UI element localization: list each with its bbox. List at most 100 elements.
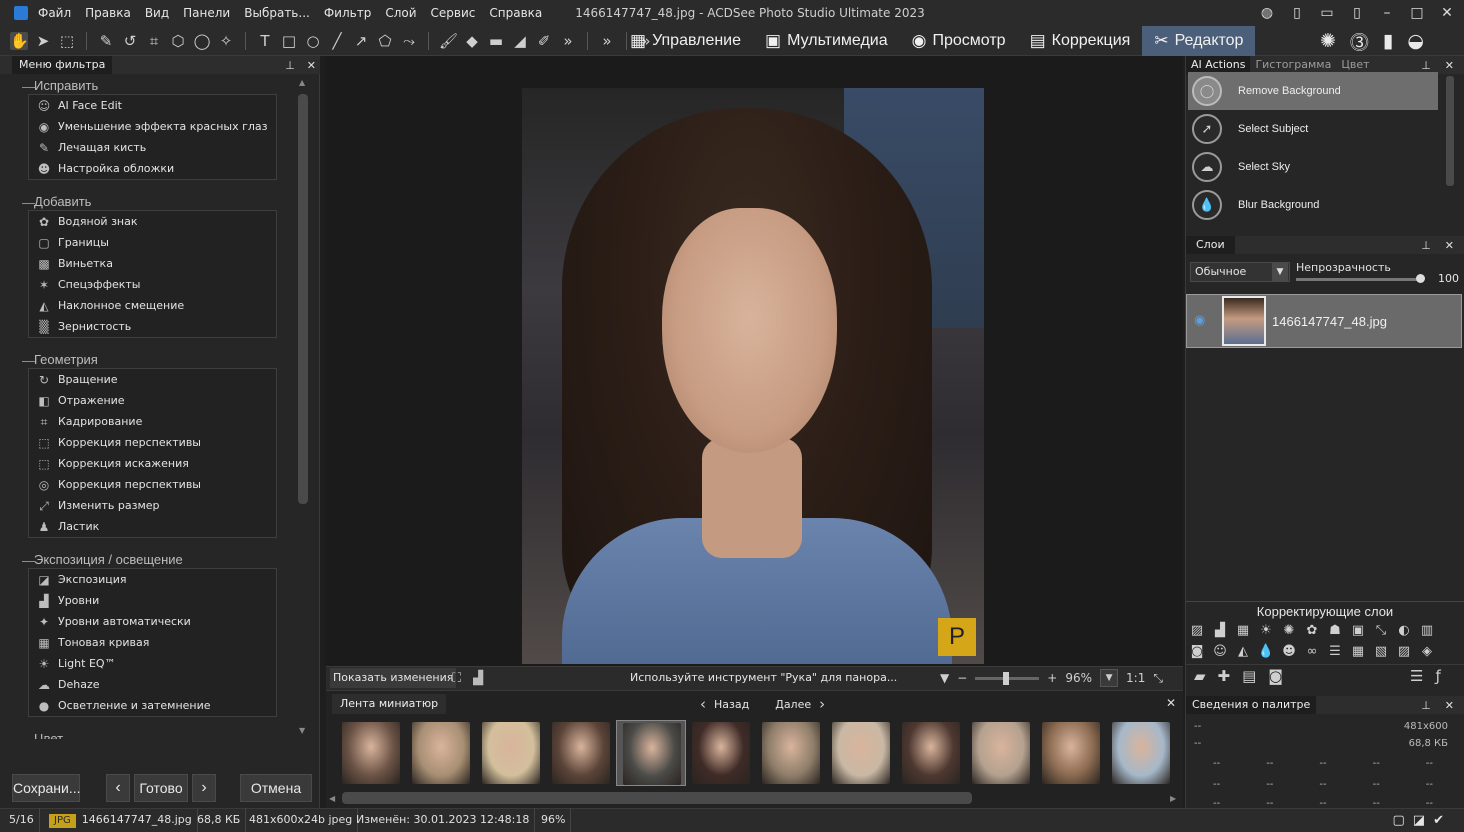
cancel-button[interactable]: Отмена bbox=[240, 774, 312, 802]
pin-icon[interactable]: ⊥ bbox=[1421, 239, 1431, 252]
view-square-icon[interactable]: ▢ bbox=[1393, 813, 1405, 828]
scroll-down-icon[interactable]: ▼ bbox=[299, 726, 305, 735]
more-tools-2-icon[interactable]: » bbox=[598, 32, 616, 50]
zoom-slider[interactable] bbox=[975, 671, 1040, 685]
thumbnail[interactable] bbox=[966, 720, 1036, 786]
filter-item[interactable]: ♟ Ластик bbox=[29, 516, 276, 537]
ai-action-item[interactable]: ◯ Remove Background bbox=[1188, 72, 1438, 110]
filter-item[interactable]: ◎ Коррекция перспективы bbox=[29, 474, 276, 495]
filter-item[interactable]: ⬚ Коррекция искажения bbox=[29, 453, 276, 474]
zoom-out-icon[interactable]: − bbox=[957, 671, 967, 685]
close-icon[interactable]: ✕ bbox=[1166, 696, 1176, 710]
adjustment-layer-icon[interactable]: ▨ bbox=[1395, 643, 1413, 661]
filmstrip-scroll-thumb[interactable] bbox=[342, 792, 972, 804]
next-link[interactable]: Далее bbox=[775, 698, 811, 711]
adjustment-layer-icon[interactable]: ☀ bbox=[1257, 622, 1275, 640]
adjustment-layer-icon[interactable]: ▦ bbox=[1349, 643, 1367, 661]
filter-item[interactable]: ☁ Dehaze bbox=[29, 674, 276, 695]
minimize-icon[interactable]: – bbox=[1380, 5, 1394, 21]
stats-icon[interactable]: ▮ bbox=[1383, 30, 1393, 52]
feedback-icon[interactable]: ◒ bbox=[1407, 30, 1424, 52]
adjustment-layer-icon[interactable]: ☰ bbox=[1326, 643, 1344, 661]
adjustment-layer-icon[interactable]: ✺ bbox=[1280, 622, 1298, 640]
polygon-select-icon[interactable]: ⬡ bbox=[169, 32, 187, 50]
save-button[interactable]: Сохрани... bbox=[12, 774, 81, 802]
done-button[interactable]: Готово bbox=[134, 774, 188, 802]
pin-icon[interactable]: ⊥ bbox=[1421, 699, 1431, 712]
filter-category-header[interactable]: —Цвет bbox=[34, 731, 63, 739]
duplicate-layer-icon[interactable]: ▤ bbox=[1242, 667, 1256, 685]
hand-tool-icon[interactable]: ✋ bbox=[10, 32, 29, 50]
filter-item[interactable]: ✿ Водяной знак bbox=[29, 211, 276, 232]
filter-item[interactable]: ⌗ Кадрирование bbox=[29, 411, 276, 432]
filter-item[interactable]: ✶ Спецэффекты bbox=[29, 274, 276, 295]
ai-action-item[interactable]: ➚ Select Subject bbox=[1188, 110, 1438, 148]
pin-icon[interactable]: ⊥ bbox=[1421, 59, 1431, 72]
adjustment-layer-icon[interactable]: ◭ bbox=[1234, 643, 1252, 661]
thumbnail[interactable] bbox=[546, 720, 616, 786]
next-arrow-icon[interactable]: › bbox=[819, 695, 825, 713]
thumbnail[interactable] bbox=[1106, 720, 1176, 786]
menu-item[interactable]: Файл bbox=[38, 6, 71, 20]
filter-item[interactable]: ▒ Зернистость bbox=[29, 316, 276, 337]
thumbnail[interactable] bbox=[616, 720, 686, 786]
layout-right-icon[interactable]: ▯ bbox=[1350, 5, 1364, 21]
tab-filmstrip[interactable]: Лента миниатюр bbox=[332, 694, 447, 714]
arrow-tool-icon[interactable]: ↗ bbox=[352, 32, 370, 50]
adjustment-layer-icon[interactable]: 💧 bbox=[1257, 643, 1275, 661]
free-lasso-icon[interactable]: ◯ bbox=[193, 32, 211, 50]
scroll-up-icon[interactable]: ▲ bbox=[299, 78, 305, 87]
filter-item[interactable]: ☀ Light EQ™ bbox=[29, 653, 276, 674]
filter-category-header[interactable]: — Исправить bbox=[22, 78, 98, 94]
collapse-icon[interactable]: — bbox=[34, 732, 35, 739]
mask-icon[interactable]: ◙ bbox=[1268, 667, 1283, 685]
ai-scroll-thumb[interactable] bbox=[1446, 76, 1454, 186]
adjustment-layer-icon[interactable]: ◈ bbox=[1418, 643, 1436, 661]
zoom-in-icon[interactable]: + bbox=[1047, 671, 1057, 685]
mode-tab[interactable]: ✂ Редактор bbox=[1142, 26, 1256, 56]
prev-button[interactable]: ‹ bbox=[106, 774, 130, 802]
zoom-dropdown-icon[interactable]: ▼ bbox=[940, 671, 949, 685]
adjustment-layer-icon[interactable]: ◙ bbox=[1188, 643, 1206, 661]
filter-item[interactable]: ✦ Уровни автоматически bbox=[29, 611, 276, 632]
tab-palette-info[interactable]: Сведения о палитре bbox=[1186, 696, 1317, 714]
opacity-slider-knob[interactable] bbox=[1416, 274, 1425, 283]
filter-item[interactable]: ▢ Границы bbox=[29, 232, 276, 253]
scroll-left-icon[interactable]: ◀ bbox=[329, 794, 335, 803]
filter-item[interactable]: ◪ Экспозиция bbox=[29, 569, 276, 590]
scroll-right-icon[interactable]: ▶ bbox=[1170, 794, 1176, 803]
compare-icon[interactable]: ◪ bbox=[1413, 813, 1425, 828]
filter-item[interactable]: ◉ Уменьшение эффекта красных глаз bbox=[29, 116, 276, 137]
filter-category-header[interactable]: — Экспозиция / освещение bbox=[22, 552, 183, 568]
filter-item[interactable]: ⬚ Коррекция перспективы bbox=[29, 432, 276, 453]
zoom-slider-knob[interactable] bbox=[1003, 671, 1010, 685]
shape-tool-icon[interactable]: ⬠ bbox=[376, 32, 394, 50]
thumbnail[interactable] bbox=[406, 720, 476, 786]
account-icon[interactable]: ◍ bbox=[1260, 5, 1274, 21]
more-tools-icon[interactable]: » bbox=[559, 32, 577, 50]
adjustment-layer-icon[interactable]: ▥ bbox=[1418, 622, 1436, 640]
collapse-icon[interactable]: — bbox=[22, 195, 35, 210]
fit-screen-icon[interactable]: ⛶ bbox=[452, 671, 461, 686]
fill-tool-icon[interactable]: ◆ bbox=[463, 32, 481, 50]
adjustment-layer-icon[interactable]: ☺ bbox=[1211, 643, 1229, 661]
close-icon[interactable]: ✕ bbox=[1440, 5, 1454, 21]
close-icon[interactable]: ✕ bbox=[1445, 239, 1454, 252]
collapse-icon[interactable]: — bbox=[22, 353, 35, 368]
add-layer-icon[interactable]: ✚ bbox=[1218, 667, 1231, 685]
filter-item[interactable]: ▟ Уровни bbox=[29, 590, 276, 611]
rectangle-tool-icon[interactable]: □ bbox=[280, 32, 298, 50]
maximize-icon[interactable]: □ bbox=[1410, 5, 1424, 21]
magic-wand-icon[interactable]: ✧ bbox=[217, 32, 235, 50]
paint-brush-icon[interactable]: 🖌 bbox=[439, 32, 458, 50]
filter-item[interactable]: ◧ Отражение bbox=[29, 390, 276, 411]
close-icon[interactable]: ✕ bbox=[1445, 699, 1454, 712]
back-link[interactable]: Назад bbox=[714, 698, 749, 711]
histogram-icon[interactable]: ▟ bbox=[473, 671, 483, 686]
filter-category-header[interactable]: — Добавить bbox=[22, 194, 91, 210]
adjustment-layer-icon[interactable]: ☗ bbox=[1326, 622, 1344, 640]
menu-item[interactable]: Вид bbox=[145, 6, 169, 20]
filter-item[interactable]: ✎ Лечащая кисть bbox=[29, 137, 276, 158]
tab-filter-menu[interactable]: Меню фильтра bbox=[12, 56, 113, 74]
thumbnail[interactable] bbox=[756, 720, 826, 786]
